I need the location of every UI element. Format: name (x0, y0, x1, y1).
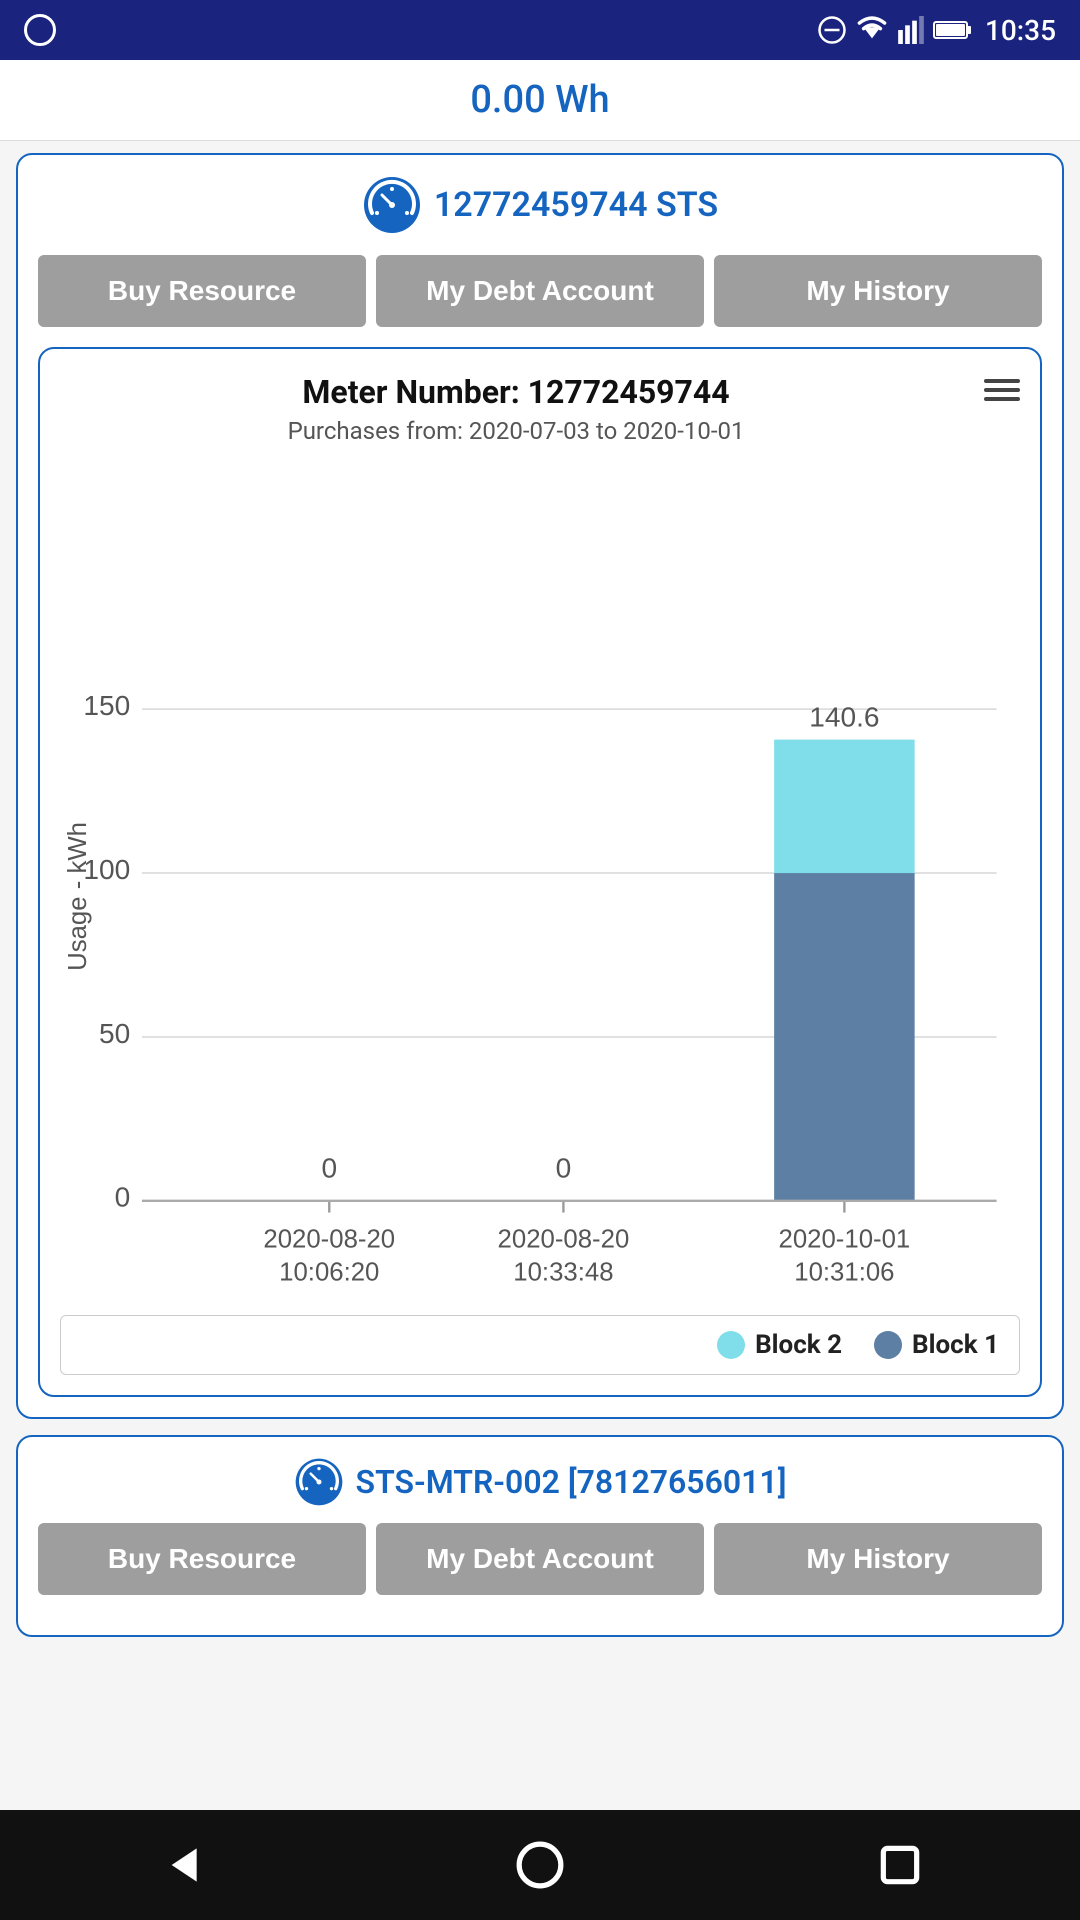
meter1-header: 12772459744 STS (38, 175, 1042, 235)
svg-text:Usage - kWh: Usage - kWh (64, 822, 92, 971)
svg-text:0: 0 (115, 1182, 131, 1213)
meter1-card: 12772459744 STS Buy Resource My Debt Acc… (16, 153, 1064, 1419)
legend-block2: Block 2 (717, 1330, 842, 1360)
chart-area: Usage - kWh 150 100 50 0 (60, 475, 1020, 1299)
chart-legend: Block 2 Block 1 (60, 1315, 1020, 1375)
recents-button[interactable] (875, 1840, 925, 1890)
status-bar-right: 10:35 (817, 14, 1056, 47)
signal-icon (897, 16, 925, 44)
svg-text:2020-08-20: 2020-08-20 (498, 1226, 630, 1254)
my-debt-button[interactable]: My Debt Account (376, 255, 704, 327)
svg-text:10:31:06: 10:31:06 (794, 1258, 894, 1286)
meter1-id[interactable]: 12772459744 STS (434, 185, 718, 225)
bar-chart: Usage - kWh 150 100 50 0 (60, 475, 1020, 1295)
chart-menu-icon[interactable] (984, 379, 1020, 401)
battery-icon (933, 18, 973, 42)
meter1-icon (362, 175, 422, 235)
meter2-icon (294, 1457, 344, 1507)
svg-text:150: 150 (83, 690, 130, 721)
legend-block1-label: Block 1 (912, 1330, 999, 1360)
svg-text:0: 0 (556, 1152, 572, 1183)
buy-resource-button-2[interactable]: Buy Resource (38, 1523, 366, 1595)
my-debt-button-2[interactable]: My Debt Account (376, 1523, 704, 1595)
status-time: 10:35 (985, 14, 1056, 47)
svg-text:140.6: 140.6 (809, 702, 879, 733)
chart-card: Meter Number: 12772459744 Purchases from… (38, 347, 1042, 1397)
notification-icon (24, 14, 56, 46)
svg-text:100: 100 (83, 854, 130, 885)
meter2-card: STS-MTR-002 [78127656011] Buy Resource M… (16, 1435, 1064, 1637)
legend-block2-label: Block 2 (755, 1330, 842, 1360)
svg-text:50: 50 (99, 1018, 130, 1049)
back-icon (155, 1840, 205, 1890)
my-history-button[interactable]: My History (714, 255, 1042, 327)
meter2-tabs: Buy Resource My Debt Account My History (38, 1523, 1042, 1595)
back-button[interactable] (155, 1840, 205, 1890)
status-bar: 10:35 (0, 0, 1080, 60)
svg-text:0: 0 (321, 1152, 337, 1183)
legend-dot-block1 (874, 1331, 902, 1359)
svg-text:2020-08-20: 2020-08-20 (263, 1226, 395, 1254)
svg-text:10:33:48: 10:33:48 (513, 1258, 613, 1286)
meter1-tabs: Buy Resource My Debt Account My History (38, 255, 1042, 327)
home-button[interactable] (515, 1840, 565, 1890)
buy-resource-button[interactable]: Buy Resource (38, 255, 366, 327)
chart-subtitle: Purchases from: 2020-07-03 to 2020-10-01 (60, 417, 972, 445)
svg-text:2020-10-01: 2020-10-01 (779, 1226, 911, 1254)
main-content: 12772459744 STS Buy Resource My Debt Acc… (0, 141, 1080, 1810)
recents-icon (875, 1840, 925, 1890)
dnd-icon (817, 15, 847, 45)
chart-title: Meter Number: 12772459744 (60, 373, 972, 411)
legend-block1: Block 1 (874, 1330, 999, 1360)
bar3-block1 (774, 873, 914, 1201)
wifi-icon (855, 16, 889, 44)
bar3-block2 (774, 740, 914, 873)
legend-dot-block2 (717, 1331, 745, 1359)
svg-text:10:06:20: 10:06:20 (279, 1258, 379, 1286)
signal-icons (817, 15, 973, 45)
my-history-button-2[interactable]: My History (714, 1523, 1042, 1595)
energy-bar: 0.00 Wh (0, 60, 1080, 141)
home-icon (515, 1840, 565, 1890)
meter2-header: STS-MTR-002 [78127656011] (38, 1457, 1042, 1507)
energy-value: 0.00 Wh (470, 78, 609, 122)
status-bar-left (24, 14, 56, 46)
meter2-id[interactable]: STS-MTR-002 [78127656011] (356, 1463, 787, 1501)
nav-bar (0, 1810, 1080, 1920)
